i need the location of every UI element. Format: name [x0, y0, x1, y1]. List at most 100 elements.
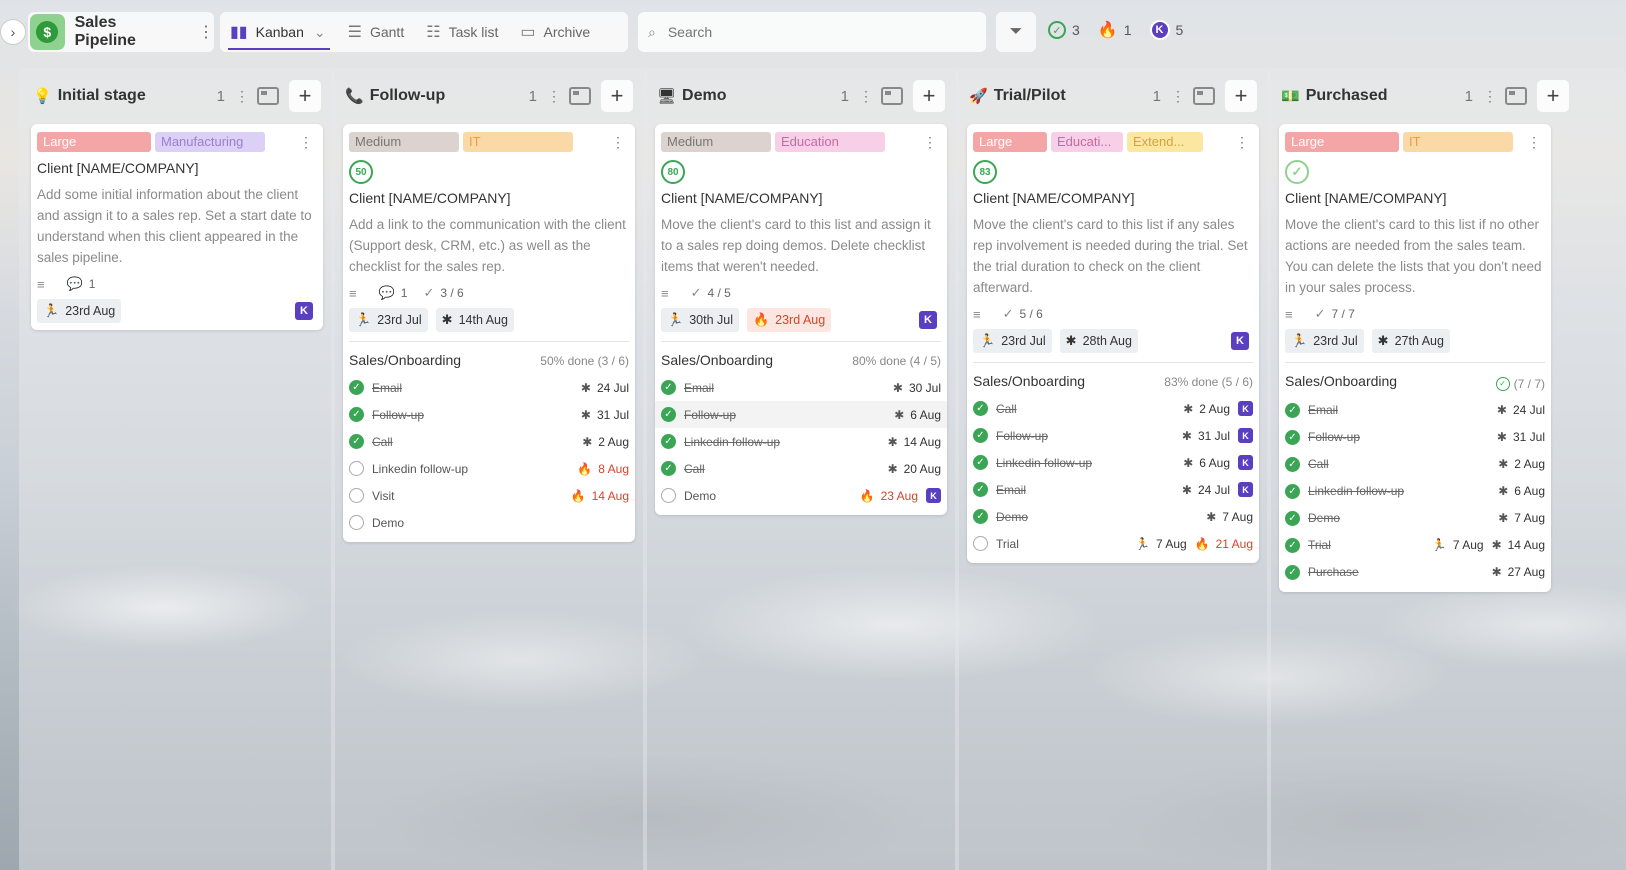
checklist-item[interactable]: ✓ Linkedin follow-up ✱ 6 Aug	[1285, 478, 1545, 505]
checklist-item[interactable]: ✓ Linkedin follow-up ✱ 6 Aug K	[973, 449, 1253, 476]
board-title[interactable]: Sales Pipeline	[75, 14, 178, 50]
user-stat[interactable]: K 5	[1149, 20, 1183, 40]
card-menu-icon[interactable]: ⋮	[923, 134, 941, 151]
tag[interactable]: Large	[37, 132, 151, 152]
start-date[interactable]: 🏃 30th Jul	[661, 308, 739, 332]
add-card-button[interactable]: +	[913, 80, 945, 112]
card-menu-icon[interactable]: ⋮	[611, 134, 629, 151]
card-title[interactable]: Client [NAME/COMPANY]	[1285, 190, 1545, 206]
filter-button[interactable]: ⏷	[996, 12, 1036, 52]
board-menu-icon[interactable]: ⋮	[198, 22, 214, 42]
checklist-item[interactable]: Demo	[349, 509, 629, 536]
column-title[interactable]: Purchased	[1306, 87, 1465, 105]
checklist-item[interactable]: ✓ Email ✱ 24 Jul	[1285, 397, 1545, 424]
checklist-title[interactable]: Sales/Onboarding	[661, 352, 852, 368]
avatar[interactable]: K	[1231, 332, 1249, 350]
tag[interactable]: Medium	[661, 132, 771, 152]
card-title[interactable]: Client [NAME/COMPANY]	[37, 160, 317, 176]
start-date[interactable]: 🏃 23rd Jul	[1285, 329, 1364, 353]
checklist-title[interactable]: Sales/Onboarding	[1285, 373, 1496, 389]
checklist-item[interactable]: ✓ Trial 🏃 7 Aug ✱ 14 Aug	[1285, 532, 1545, 559]
checklist-item[interactable]: Visit 🔥 14 Aug	[349, 482, 629, 509]
card[interactable]: Large Manufacturing ⋮ Client [NAME/COMPA…	[31, 124, 323, 330]
add-card-button[interactable]: +	[1537, 80, 1569, 112]
column-title[interactable]: Follow-up	[370, 87, 529, 105]
due-date[interactable]: 🔥 23rd Aug	[746, 308, 832, 332]
card[interactable]: Medium IT ⋮ 50 Client [NAME/COMPANY] Add…	[343, 124, 635, 542]
tag[interactable]: Manufacturing	[155, 132, 265, 152]
tag[interactable]: Education	[775, 132, 885, 152]
checklist-item[interactable]: ✓ Email ✱ 24 Jul	[349, 374, 629, 401]
due-date[interactable]: ✱ 28th Aug	[1059, 329, 1138, 353]
add-card-button[interactable]: +	[1225, 80, 1257, 112]
card[interactable]: Large Educati... Extend... ⋮ 83 Client […	[967, 124, 1259, 563]
layout-icon[interactable]	[1505, 87, 1527, 105]
checklist-item[interactable]: Trial 🏃 7 Aug 🔥 21 Aug	[973, 530, 1253, 557]
overdue-stat[interactable]: 🔥 1	[1098, 20, 1132, 40]
column-menu-icon[interactable]: ⋮	[1483, 88, 1497, 105]
layout-icon[interactable]	[257, 87, 279, 105]
column-menu-icon[interactable]: ⋮	[235, 88, 249, 105]
column-title[interactable]: Demo	[682, 87, 841, 105]
tag[interactable]: IT	[463, 132, 573, 152]
layout-icon[interactable]	[881, 87, 903, 105]
layout-icon[interactable]	[569, 87, 591, 105]
add-card-button[interactable]: +	[601, 80, 633, 112]
checklist-item[interactable]: ✓ Email ✱ 24 Jul K	[973, 476, 1253, 503]
tag[interactable]: Educati...	[1051, 132, 1123, 152]
checklist-item[interactable]: ✓ Email ✱ 30 Jul	[661, 374, 941, 401]
checklist-item[interactable]: ✓ Follow-up ✱ 31 Jul K	[973, 422, 1253, 449]
start-date[interactable]: 🏃 23rd Jul	[973, 329, 1052, 353]
checklist-item[interactable]: ✓ Call ✱ 2 Aug	[349, 428, 629, 455]
add-card-button[interactable]: +	[289, 80, 321, 112]
due-date[interactable]: ✱ 27th Aug	[1371, 329, 1450, 353]
checklist-item[interactable]: ✓ Call ✱ 20 Aug	[661, 455, 941, 482]
layout-icon[interactable]	[1193, 87, 1215, 105]
tab-task-list[interactable]: ☷ Task list	[426, 12, 498, 52]
avatar[interactable]: K	[919, 311, 937, 329]
card-title[interactable]: Client [NAME/COMPANY]	[973, 190, 1253, 206]
avatar[interactable]: K	[295, 302, 313, 320]
tag[interactable]: Large	[1285, 132, 1399, 152]
card-title[interactable]: Client [NAME/COMPANY]	[349, 190, 629, 206]
tab-kanban[interactable]: ▮▮ Kanban ⌄	[228, 12, 330, 52]
column-menu-icon[interactable]: ⋮	[547, 88, 561, 105]
card-title[interactable]: Client [NAME/COMPANY]	[661, 190, 941, 206]
card[interactable]: Medium Education ⋮ 80 Client [NAME/COMPA…	[655, 124, 947, 515]
checklist-item[interactable]: ✓ Demo ✱ 7 Aug	[973, 503, 1253, 530]
checklist-item[interactable]: ✓ Call ✱ 2 Aug K	[973, 395, 1253, 422]
checklist-item[interactable]: Demo 🔥 23 Aug K	[661, 482, 941, 509]
card-menu-icon[interactable]: ⋮	[299, 134, 317, 151]
description-indicator: ≡	[661, 286, 675, 301]
column-menu-icon[interactable]: ⋮	[859, 88, 873, 105]
card-menu-icon[interactable]: ⋮	[1527, 134, 1545, 151]
card[interactable]: Large IT ⋮ ✓ Client [NAME/COMPANY] Move …	[1279, 124, 1551, 592]
tag[interactable]: Medium	[349, 132, 459, 152]
start-date[interactable]: 🏃 23rd Jul	[349, 308, 428, 332]
column-title[interactable]: Trial/Pilot	[994, 87, 1153, 105]
search-input[interactable]	[667, 24, 958, 40]
checklist-item[interactable]: ✓ Follow-up ✱ 6 Aug	[655, 401, 947, 428]
checklist-title[interactable]: Sales/Onboarding	[349, 352, 540, 368]
checklist-item[interactable]: ✓ Linkedin follow-up ✱ 14 Aug	[661, 428, 941, 455]
tab-archive[interactable]: ▭ Archive	[520, 12, 590, 52]
checklist-item[interactable]: ✓ Purchase ✱ 27 Aug	[1285, 559, 1545, 586]
expand-sidebar-button[interactable]: ›	[0, 19, 26, 45]
checklist-item[interactable]: ✓ Call ✱ 2 Aug	[1285, 451, 1545, 478]
checklist-title[interactable]: Sales/Onboarding	[973, 373, 1164, 389]
card-menu-icon[interactable]: ⋮	[1235, 134, 1253, 151]
column-title[interactable]: Initial stage	[58, 87, 217, 105]
checklist-item[interactable]: ✓ Demo ✱ 7 Aug	[1285, 505, 1545, 532]
tab-gantt[interactable]: ☰ Gantt	[348, 12, 405, 52]
checklist-item[interactable]: ✓ Follow-up ✱ 31 Jul	[1285, 424, 1545, 451]
chevron-down-icon[interactable]: ⌄	[314, 24, 326, 41]
column-menu-icon[interactable]: ⋮	[1171, 88, 1185, 105]
done-stat[interactable]: ✓ 3	[1048, 21, 1080, 39]
due-date[interactable]: ✱ 14th Aug	[435, 308, 514, 332]
checklist-item[interactable]: ✓ Follow-up ✱ 31 Jul	[349, 401, 629, 428]
tag[interactable]: IT	[1403, 132, 1513, 152]
tag[interactable]: Large	[973, 132, 1047, 152]
tag[interactable]: Extend...	[1127, 132, 1203, 152]
start-date[interactable]: 🏃 23rd Aug	[37, 299, 122, 323]
checklist-item[interactable]: Linkedin follow-up 🔥 8 Aug	[349, 455, 629, 482]
